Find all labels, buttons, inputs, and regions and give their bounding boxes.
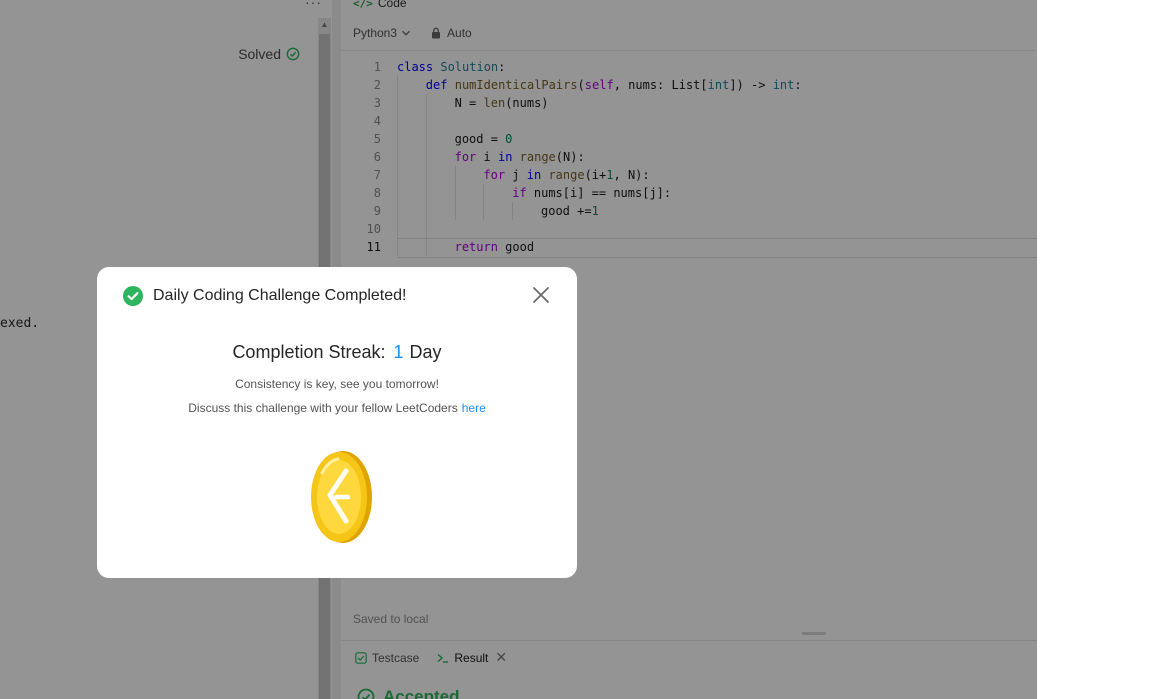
streak-value: 1 (393, 342, 404, 362)
discuss-link[interactable]: here (462, 401, 486, 415)
close-icon[interactable] (529, 283, 553, 307)
success-check-icon (123, 286, 143, 306)
completion-streak: Completion Streak: 1 Day (97, 342, 577, 363)
app-window: ··· Solved exed. ▲ </> Code Python3 Auto… (0, 0, 1037, 699)
discuss-message: Discuss this challenge with your fellow … (97, 401, 577, 415)
streak-unit: Day (409, 342, 442, 362)
daily-challenge-modal: Daily Coding Challenge Completed! Comple… (97, 267, 577, 578)
modal-header: Daily Coding Challenge Completed! (123, 286, 406, 306)
consistency-message: Consistency is key, see you tomorrow! (235, 377, 439, 391)
coin-icon (311, 451, 372, 543)
discuss-text: Discuss this challenge with your fellow … (188, 401, 458, 415)
streak-label: Completion Streak: (232, 342, 386, 362)
modal-title: Daily Coding Challenge Completed! (153, 287, 407, 304)
